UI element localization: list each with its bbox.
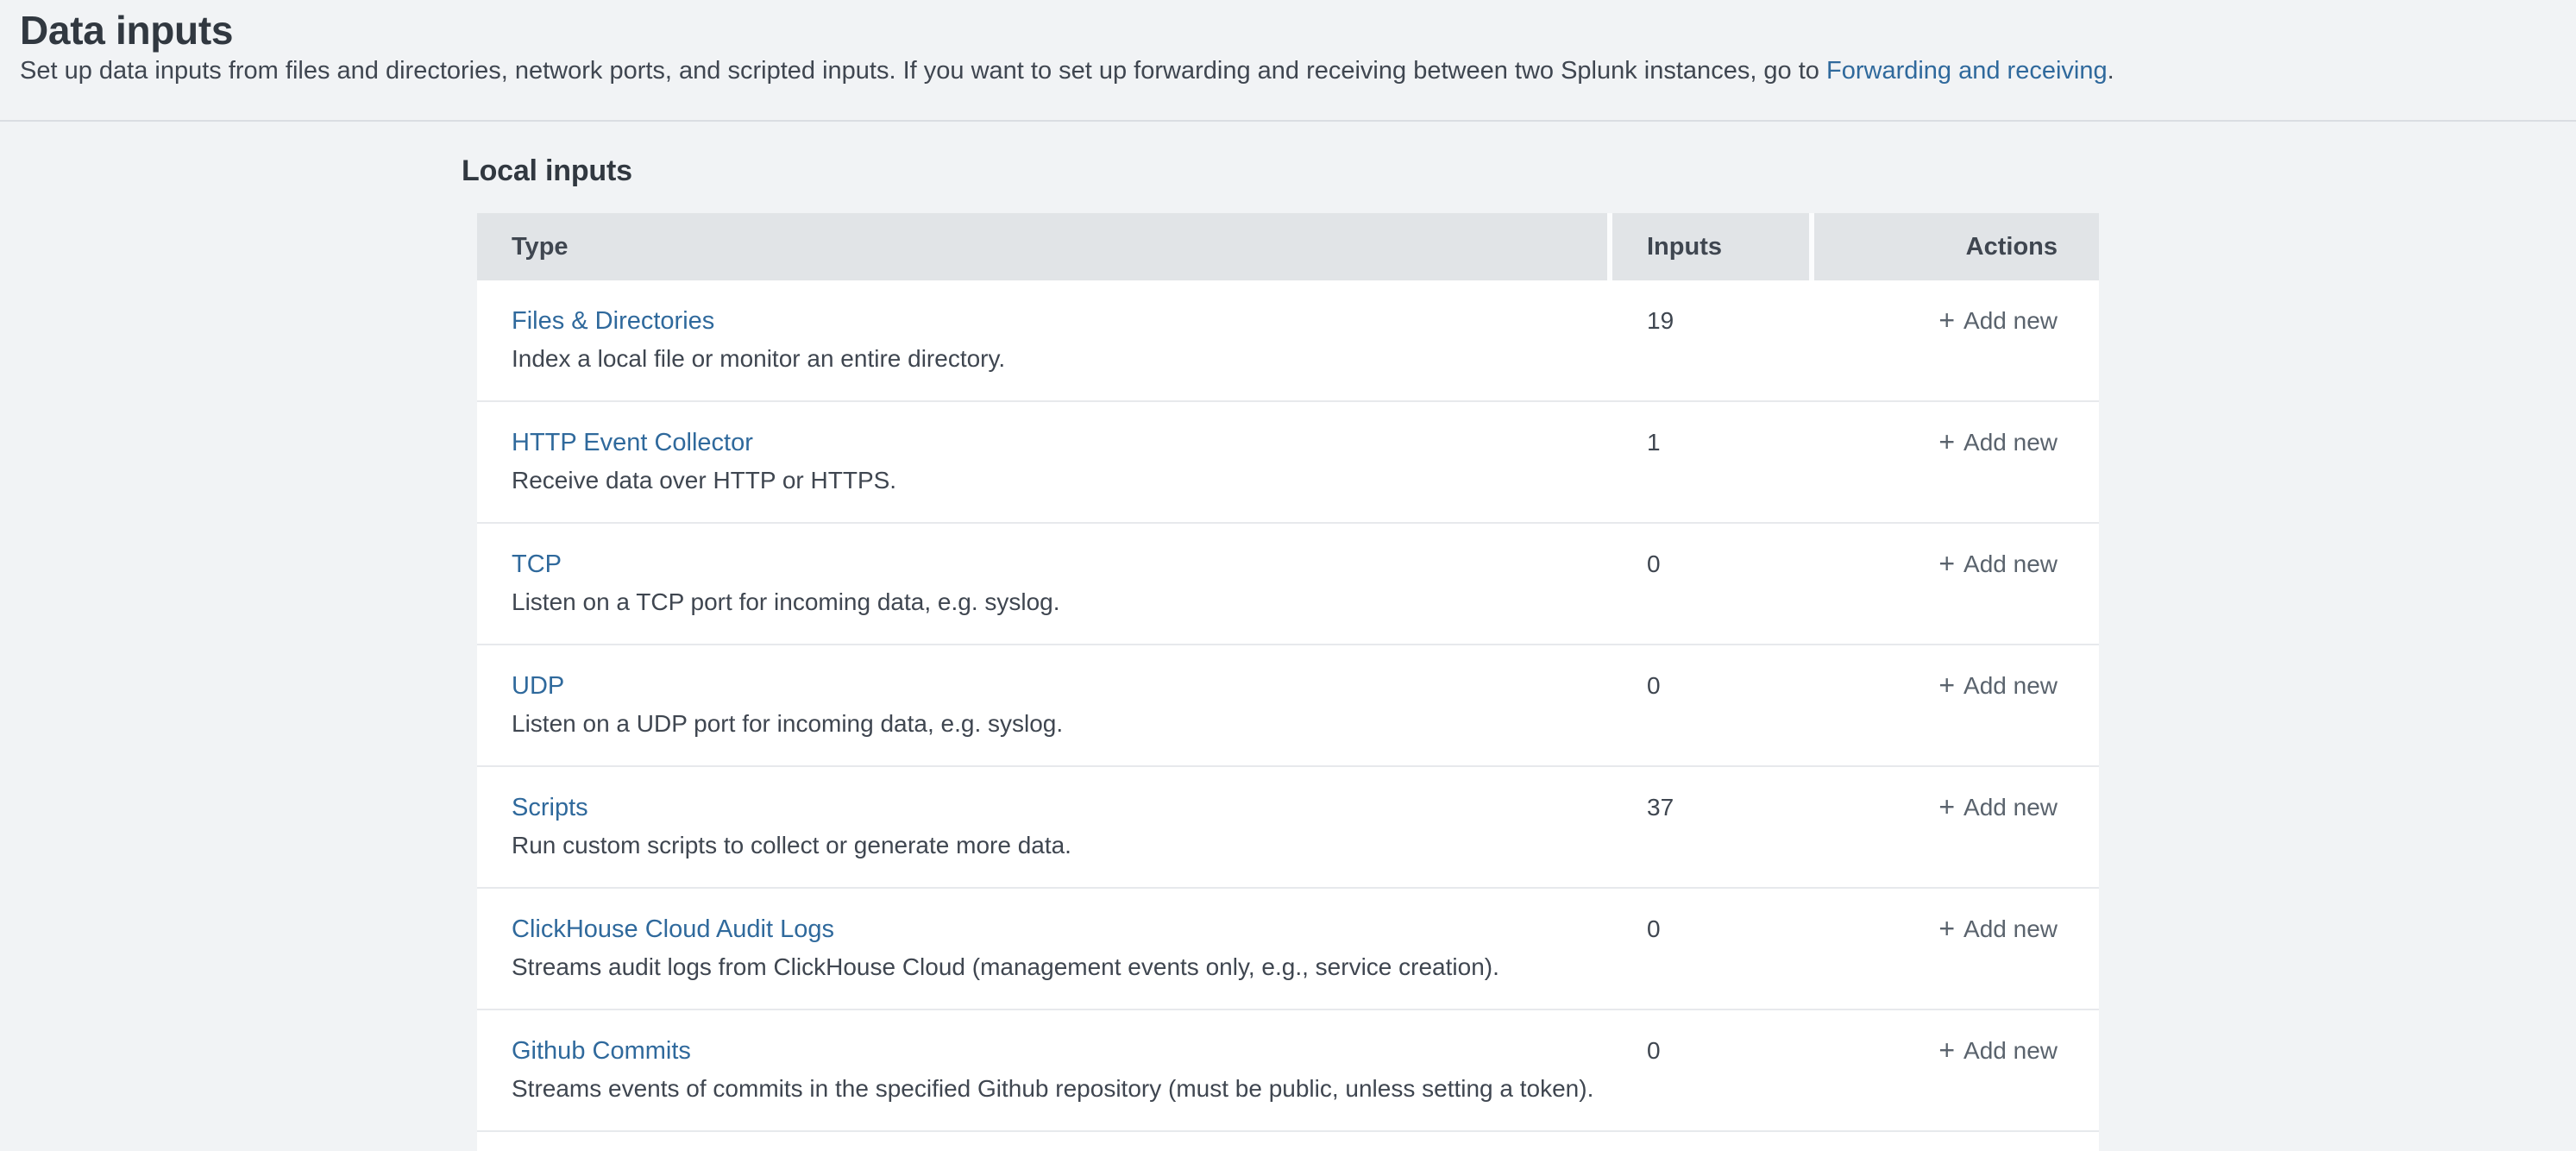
add-new-label: Add new xyxy=(1963,914,2058,945)
add-new-button[interactable]: + Add new xyxy=(1938,427,2058,458)
plus-icon: + xyxy=(1938,791,1955,822)
add-new-label: Add new xyxy=(1963,549,2058,580)
local-inputs-table: Type Inputs Actions Files & Directories … xyxy=(477,213,2099,1151)
add-new-button[interactable]: + Add new xyxy=(1938,549,2058,580)
input-type-description: Streams audit logs from ClickHouse Cloud… xyxy=(512,952,1578,983)
table-row: Github Commits Streams events of commits… xyxy=(477,1010,2099,1132)
type-cell: TCP Listen on a TCP port for incoming da… xyxy=(477,524,1612,644)
inputs-count: 19 xyxy=(1612,280,1814,400)
input-type-link[interactable]: Scripts xyxy=(512,792,588,823)
input-type-link[interactable]: Files & Directories xyxy=(512,305,714,336)
plus-icon: + xyxy=(1938,305,1955,336)
page-subtitle-text: Set up data inputs from files and direct… xyxy=(20,57,1826,85)
type-cell: HTTP Event Collector Receive data over H… xyxy=(477,402,1612,522)
forwarding-and-receiving-link[interactable]: Forwarding and receiving xyxy=(1826,57,2108,85)
add-new-button[interactable]: + Add new xyxy=(1938,670,2058,701)
main-content: Local inputs Type Inputs Actions Files &… xyxy=(0,153,2576,1151)
actions-cell: + Add new xyxy=(1814,402,2099,522)
table-row: ClickHouse Cloud Audit Logs Streams audi… xyxy=(477,889,2099,1010)
input-type-link[interactable]: UDP xyxy=(512,670,564,701)
add-new-label: Add new xyxy=(1963,792,2058,823)
add-new-label: Add new xyxy=(1963,1035,2058,1066)
inputs-count: 0 xyxy=(1612,889,1814,1009)
input-type-link[interactable]: TCP xyxy=(512,549,562,580)
table-row: Files & Directories Index a local file o… xyxy=(477,280,2099,402)
actions-cell: + Add new xyxy=(1814,524,2099,644)
inputs-count: 0 xyxy=(1612,645,1814,765)
column-header-inputs: Inputs xyxy=(1612,213,1814,280)
actions-cell: + Add new xyxy=(1814,889,2099,1009)
page-header: Data inputs Set up data inputs from file… xyxy=(0,0,2576,122)
type-cell: ClickHouse Cloud Audit Logs Streams audi… xyxy=(477,889,1612,1009)
input-type-description: Index a local file or monitor an entire … xyxy=(512,343,1578,374)
inputs-count: 37 xyxy=(1612,767,1814,887)
actions-cell: + Add new xyxy=(1814,280,2099,400)
actions-cell: + Add new xyxy=(1814,767,2099,887)
table-row: HTTP Event Collector Receive data over H… xyxy=(477,402,2099,524)
add-new-button[interactable]: + Add new xyxy=(1938,305,2058,336)
page-subtitle: Set up data inputs from files and direct… xyxy=(20,54,2576,87)
table-header-row: Type Inputs Actions xyxy=(477,213,2099,280)
table-row: Scripts Run custom scripts to collect or… xyxy=(477,767,2099,889)
type-cell: Scripts Run custom scripts to collect or… xyxy=(477,767,1612,887)
plus-icon: + xyxy=(1938,548,1955,579)
input-type-description: Listen on a TCP port for incoming data, … xyxy=(512,587,1578,618)
input-type-description: Streams events of commits in the specifi… xyxy=(512,1073,1578,1104)
page-subtitle-period: . xyxy=(2108,57,2114,85)
plus-icon: + xyxy=(1938,913,1955,944)
add-new-button[interactable]: + Add new xyxy=(1938,1035,2058,1066)
column-header-type: Type xyxy=(477,213,1612,280)
input-type-link[interactable]: ClickHouse Cloud Audit Logs xyxy=(512,914,834,945)
actions-cell: + Add new xyxy=(1814,1010,2099,1130)
next-row-cutoff xyxy=(477,1132,2099,1151)
type-cell: Github Commits Streams events of commits… xyxy=(477,1010,1612,1130)
add-new-button[interactable]: + Add new xyxy=(1938,914,2058,945)
plus-icon: + xyxy=(1938,426,1955,457)
type-cell: Files & Directories Index a local file o… xyxy=(477,280,1612,400)
input-type-description: Receive data over HTTP or HTTPS. xyxy=(512,465,1578,496)
table-row: TCP Listen on a TCP port for incoming da… xyxy=(477,524,2099,645)
plus-icon: + xyxy=(1938,1035,1955,1066)
page-title: Data inputs xyxy=(20,7,2576,54)
inputs-count: 0 xyxy=(1612,524,1814,644)
inputs-count: 0 xyxy=(1612,1010,1814,1130)
column-header-actions: Actions xyxy=(1814,213,2099,280)
plus-icon: + xyxy=(1938,670,1955,701)
add-new-label: Add new xyxy=(1963,427,2058,458)
inputs-count: 1 xyxy=(1612,402,1814,522)
input-type-description: Listen on a UDP port for incoming data, … xyxy=(512,708,1578,739)
add-new-label: Add new xyxy=(1963,305,2058,336)
input-type-link[interactable]: Github Commits xyxy=(512,1035,691,1066)
add-new-button[interactable]: + Add new xyxy=(1938,792,2058,823)
type-cell: UDP Listen on a UDP port for incoming da… xyxy=(477,645,1612,765)
add-new-label: Add new xyxy=(1963,670,2058,701)
input-type-description: Run custom scripts to collect or generat… xyxy=(512,830,1578,861)
table-row: UDP Listen on a UDP port for incoming da… xyxy=(477,645,2099,767)
actions-cell: + Add new xyxy=(1814,645,2099,765)
section-title: Local inputs xyxy=(462,153,2576,189)
input-type-link[interactable]: HTTP Event Collector xyxy=(512,427,753,458)
